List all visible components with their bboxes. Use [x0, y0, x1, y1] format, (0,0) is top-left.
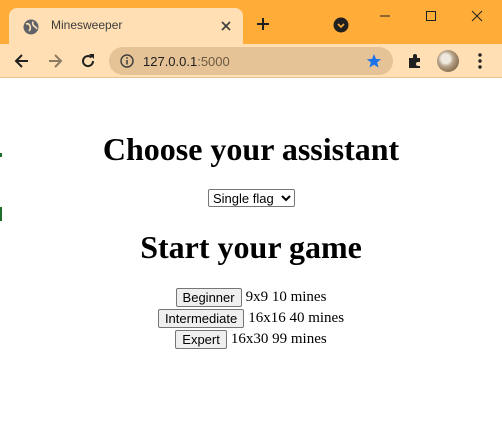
game-heading: Start your game — [140, 229, 362, 265]
expert-info: 16x30 99 mines — [230, 330, 327, 347]
left-edge-mark — [0, 207, 2, 221]
intermediate-button[interactable]: Intermediate — [157, 308, 245, 328]
close-icon — [471, 10, 483, 22]
new-tab-icon[interactable] — [253, 14, 273, 34]
intermediate-info: 16x16 40 mines — [248, 309, 345, 326]
game-row-expert: Expert 16x30 99 mines — [0, 329, 502, 349]
page-content: Choose your assistant Single flag Start … — [0, 79, 502, 425]
game-row-intermediate: Intermediate 16x16 40 mines — [0, 308, 502, 328]
tab-search-icon[interactable] — [333, 17, 349, 33]
close-tab-icon[interactable] — [219, 19, 233, 33]
info-icon[interactable] — [120, 54, 134, 68]
tab-strip: Minesweeper — [0, 0, 502, 44]
maximize-icon — [426, 11, 436, 21]
expert-button[interactable]: Expert — [175, 329, 227, 349]
back-arrow-icon[interactable] — [12, 51, 32, 71]
maximize-button[interactable] — [408, 0, 454, 32]
assistant-heading: Choose your assistant — [102, 131, 400, 167]
minimize-button[interactable] — [362, 0, 408, 32]
more-menu-icon[interactable] — [470, 51, 490, 71]
assistant-select[interactable]: Single flag — [208, 189, 295, 207]
browser-toolbar: 127.0.0.1:5000 — [0, 44, 502, 78]
url-text[interactable]: 127.0.0.1:5000 — [143, 54, 230, 69]
tab-title: Minesweeper — [51, 18, 123, 32]
forward-arrow-icon[interactable] — [45, 51, 65, 71]
beginner-button[interactable]: Beginner — [175, 287, 242, 307]
browser-tab[interactable]: Minesweeper — [9, 8, 243, 44]
reload-icon[interactable] — [78, 51, 98, 71]
beginner-info: 9x9 10 mines — [245, 288, 327, 305]
game-row-beginner: Beginner 9x9 10 mines — [0, 287, 502, 307]
url-host: 127.0.0.1 — [143, 54, 198, 69]
profile-avatar[interactable] — [437, 50, 459, 72]
close-window-button[interactable] — [454, 0, 500, 32]
bookmark-star-icon[interactable] — [366, 53, 382, 69]
url-port: :5000 — [197, 54, 230, 69]
minimize-icon — [380, 15, 390, 17]
extensions-puzzle-icon[interactable] — [405, 51, 425, 71]
address-bar[interactable]: 127.0.0.1:5000 — [109, 47, 393, 75]
globe-icon — [23, 19, 39, 35]
